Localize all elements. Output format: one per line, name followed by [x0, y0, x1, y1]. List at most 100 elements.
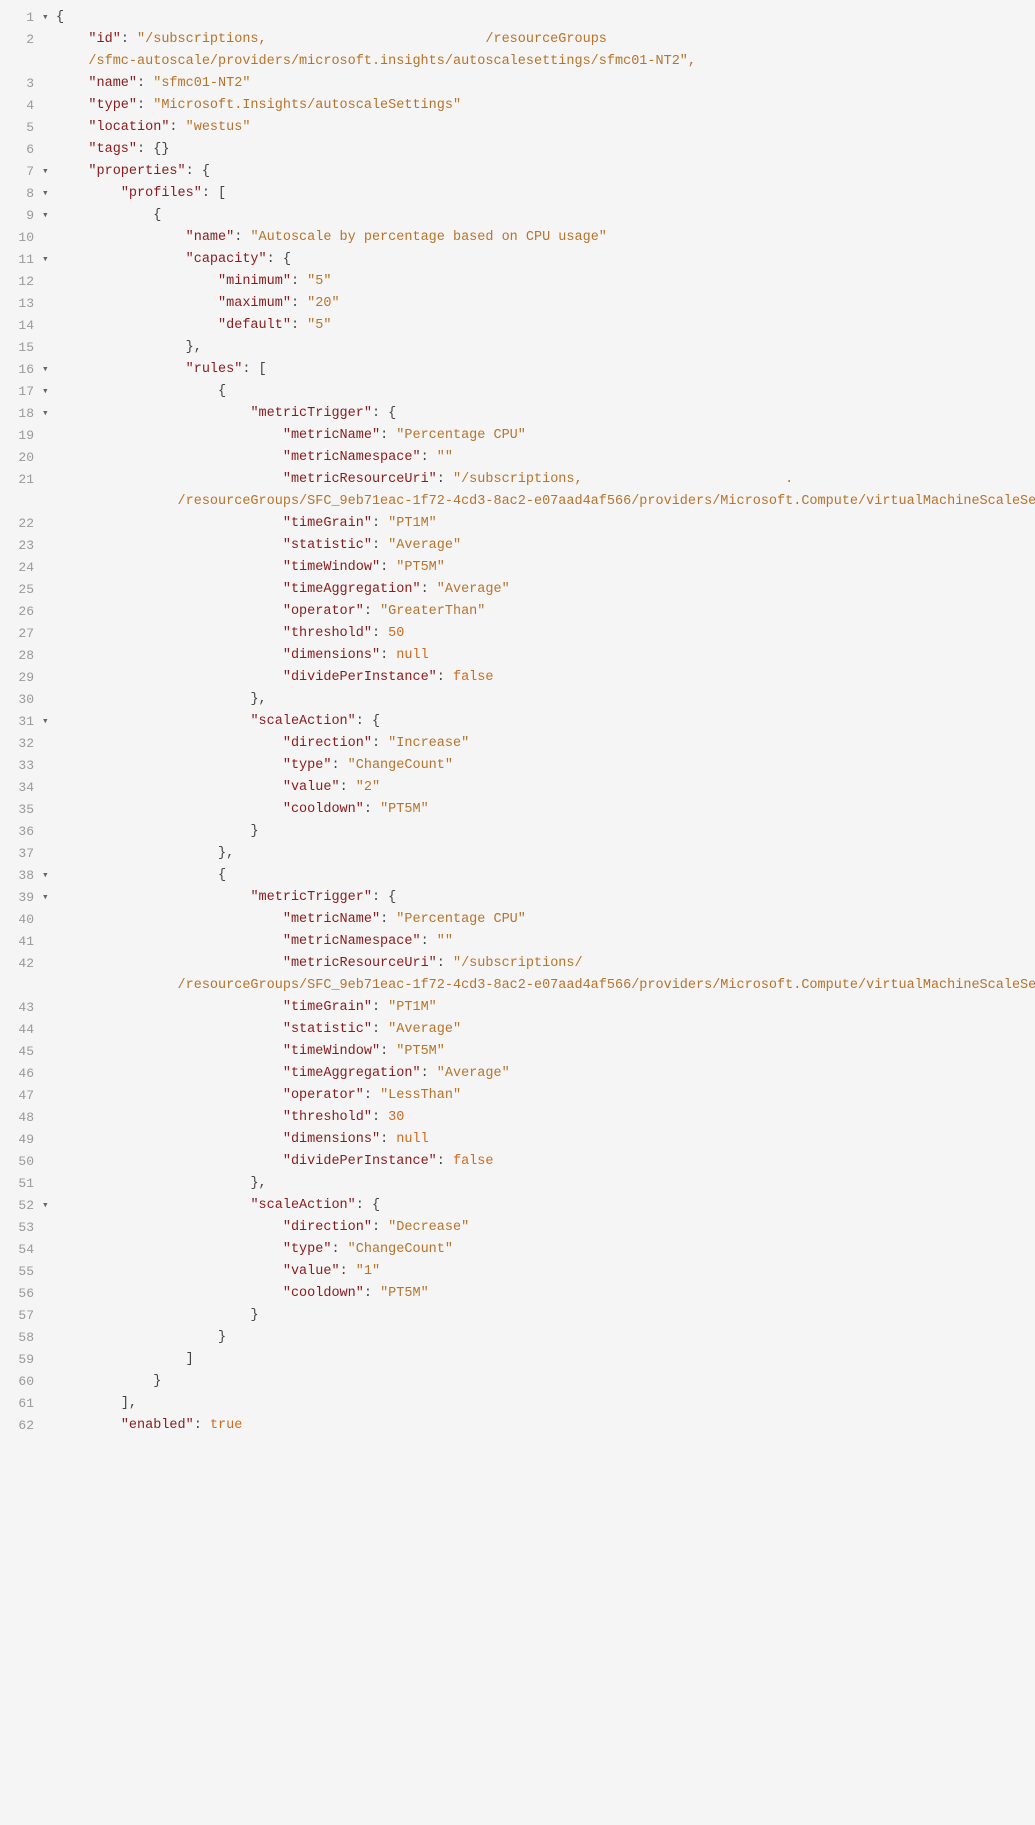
line-content: "direction": "Decrease": [56, 1218, 1035, 1239]
table-row: 39▾ "metricTrigger": {: [0, 888, 1035, 910]
line-content: "capacity": {: [56, 250, 1035, 271]
table-row: 13 "maximum": "20": [0, 294, 1035, 316]
table-row: 55 "value": "1": [0, 1262, 1035, 1284]
table-row: 40 "metricName": "Percentage CPU": [0, 910, 1035, 932]
table-row: 31▾ "scaleAction": {: [0, 712, 1035, 734]
line-content: "id": "/subscriptions, /resourceGroups: [56, 30, 1035, 51]
line-content: ],: [56, 1394, 1035, 1415]
line-content: {: [56, 382, 1035, 403]
line-content: "metricName": "Percentage CPU": [56, 910, 1035, 931]
collapse-arrow: [42, 624, 56, 626]
line-number: 10: [0, 228, 42, 248]
table-row: 21 "metricResourceUri": "/subscriptions,…: [0, 470, 1035, 492]
table-row: 8▾ "profiles": [: [0, 184, 1035, 206]
table-row: 16▾ "rules": [: [0, 360, 1035, 382]
table-row: 33 "type": "ChangeCount": [0, 756, 1035, 778]
table-row: 2 "id": "/subscriptions, /resourceGroups: [0, 30, 1035, 52]
line-number: 41: [0, 932, 42, 952]
line-content: "profiles": [: [56, 184, 1035, 205]
line-content: "location": "westus": [56, 118, 1035, 139]
line-number: 50: [0, 1152, 42, 1172]
collapse-arrow: [42, 1218, 56, 1220]
table-row: 11▾ "capacity": {: [0, 250, 1035, 272]
collapse-arrow: [42, 536, 56, 538]
collapse-arrow: [42, 558, 56, 560]
collapse-arrow: [42, 998, 56, 1000]
line-content: {: [56, 8, 1035, 29]
table-row: /resourceGroups/SFC_9eb71eac-1f72-4cd3-8…: [0, 492, 1035, 514]
table-row: 61 ],: [0, 1394, 1035, 1416]
line-content: {: [56, 206, 1035, 227]
collapse-arrow[interactable]: ▾: [42, 8, 56, 27]
line-number: 9: [0, 206, 42, 226]
table-row: 19 "metricName": "Percentage CPU": [0, 426, 1035, 448]
collapse-arrow[interactable]: ▾: [42, 888, 56, 907]
line-content: "threshold": 50: [56, 624, 1035, 645]
collapse-arrow[interactable]: ▾: [42, 404, 56, 423]
collapse-arrow: [42, 30, 56, 32]
collapse-arrow[interactable]: ▾: [42, 382, 56, 401]
line-number: 39: [0, 888, 42, 908]
table-row: 59 ]: [0, 1350, 1035, 1372]
line-number: 27: [0, 624, 42, 644]
line-number: 44: [0, 1020, 42, 1040]
collapse-arrow: [42, 580, 56, 582]
line-number: 42: [0, 954, 42, 974]
line-content: "rules": [: [56, 360, 1035, 381]
collapse-arrow[interactable]: ▾: [42, 866, 56, 885]
line-number: 37: [0, 844, 42, 864]
line-content: "metricResourceUri": "/subscriptions/: [56, 954, 1035, 975]
table-row: 57 }: [0, 1306, 1035, 1328]
collapse-arrow: [42, 1350, 56, 1352]
collapse-arrow: [42, 426, 56, 428]
line-number: 28: [0, 646, 42, 666]
collapse-arrow[interactable]: ▾: [42, 250, 56, 269]
collapse-arrow: [42, 492, 56, 494]
collapse-arrow[interactable]: ▾: [42, 360, 56, 379]
collapse-arrow: [42, 118, 56, 120]
table-row: 18▾ "metricTrigger": {: [0, 404, 1035, 426]
line-number: 13: [0, 294, 42, 314]
line-content: "scaleAction": {: [56, 1196, 1035, 1217]
collapse-arrow: [42, 954, 56, 956]
line-number: 6: [0, 140, 42, 160]
table-row: 54 "type": "ChangeCount": [0, 1240, 1035, 1262]
table-row: 23 "statistic": "Average": [0, 536, 1035, 558]
line-content: "maximum": "20": [56, 294, 1035, 315]
line-number: 55: [0, 1262, 42, 1282]
collapse-arrow: [42, 932, 56, 934]
line-content: "name": "Autoscale by percentage based o…: [56, 228, 1035, 249]
line-number: 12: [0, 272, 42, 292]
line-number: 8: [0, 184, 42, 204]
collapse-arrow[interactable]: ▾: [42, 1196, 56, 1215]
table-row: 41 "metricNamespace": "": [0, 932, 1035, 954]
line-content: "metricName": "Percentage CPU": [56, 426, 1035, 447]
line-number: 17: [0, 382, 42, 402]
collapse-arrow[interactable]: ▾: [42, 206, 56, 225]
table-row: 62 "enabled": true: [0, 1416, 1035, 1438]
line-content: "statistic": "Average": [56, 536, 1035, 557]
table-row: 34 "value": "2": [0, 778, 1035, 800]
collapse-arrow: [42, 778, 56, 780]
line-content: "timeWindow": "PT5M": [56, 1042, 1035, 1063]
line-number: 22: [0, 514, 42, 534]
line-number: 33: [0, 756, 42, 776]
line-content: },: [56, 690, 1035, 711]
line-number: 40: [0, 910, 42, 930]
collapse-arrow[interactable]: ▾: [42, 712, 56, 731]
line-content: ]: [56, 1350, 1035, 1371]
line-number: 52: [0, 1196, 42, 1216]
line-content: "dividePerInstance": false: [56, 668, 1035, 689]
line-number: 25: [0, 580, 42, 600]
line-number: 46: [0, 1064, 42, 1084]
line-content: "timeGrain": "PT1M": [56, 998, 1035, 1019]
line-number: 11: [0, 250, 42, 270]
table-row: 25 "timeAggregation": "Average": [0, 580, 1035, 602]
collapse-arrow: [42, 1130, 56, 1132]
collapse-arrow: [42, 1306, 56, 1308]
collapse-arrow: [42, 272, 56, 274]
collapse-arrow[interactable]: ▾: [42, 162, 56, 181]
line-content: "scaleAction": {: [56, 712, 1035, 733]
line-content: "metricResourceUri": "/subscriptions, .: [56, 470, 1035, 491]
collapse-arrow[interactable]: ▾: [42, 184, 56, 203]
